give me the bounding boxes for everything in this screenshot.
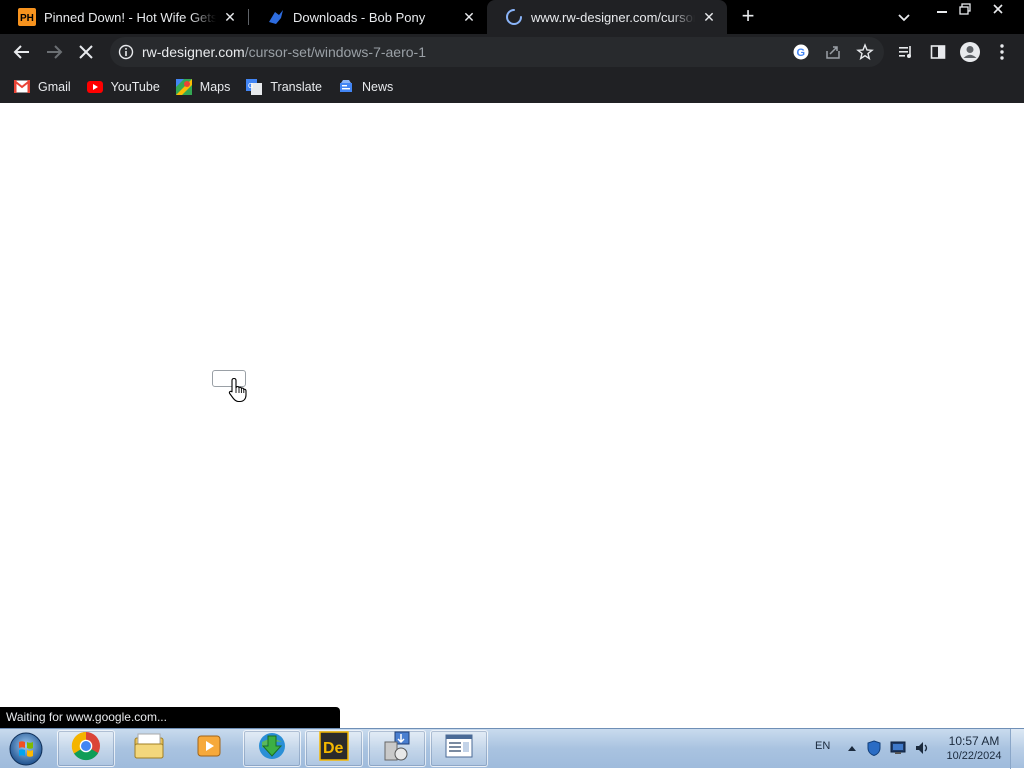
language-indicator[interactable]: EN	[815, 740, 830, 752]
ph-logo-icon: PH	[18, 8, 36, 26]
start-orb-icon[interactable]	[4, 730, 48, 768]
windows-taskbar: De EN 10:57 AM 10/22/2024	[0, 728, 1024, 769]
back-arrow-icon[interactable]	[10, 40, 34, 64]
bookmark-news[interactable]: News	[338, 79, 393, 95]
tab-title: Pinned Down! - Hot Wife Gets Pounded	[44, 9, 216, 25]
bookmark-gmail[interactable]: Gmail	[14, 79, 71, 95]
page-content	[0, 103, 1024, 728]
download-manager-icon	[256, 730, 288, 767]
setup-program-icon	[381, 730, 413, 767]
bookmark-youtube[interactable]: YouTube	[86, 79, 160, 95]
dreamweaver-icon: De	[319, 731, 349, 766]
status-bubble: Waiting for www.google.com...	[0, 707, 340, 728]
gmail-icon	[14, 79, 30, 95]
bookmark-star-icon[interactable]	[856, 43, 874, 61]
google-lens-icon[interactable]: G	[792, 43, 810, 61]
bookmark-label: Maps	[199, 79, 231, 94]
system-clock[interactable]: 10:57 AM 10/22/2024	[940, 734, 1008, 764]
taskbar-dreamweaver[interactable]: De	[305, 730, 363, 767]
bookmark-label: YouTube	[110, 79, 160, 94]
svg-text:De: De	[323, 740, 344, 757]
tab-strip: PH Pinned Down! - Hot Wife Gets Pounded …	[0, 0, 1024, 34]
clock-time: 10:57 AM	[948, 734, 1000, 748]
translate-icon: G	[246, 78, 263, 95]
svg-text:G: G	[248, 83, 253, 90]
taskbar-media-player[interactable]	[180, 730, 238, 767]
taskbar-download-manager[interactable]	[243, 730, 301, 767]
browser-toolbar: rw-designer.com/cursor-set/windows-7-aer…	[0, 34, 1024, 70]
close-tab-icon[interactable]: ✕	[222, 9, 238, 25]
new-tab-button[interactable]: +	[736, 5, 760, 29]
hand-pointer-cursor-icon	[228, 377, 247, 403]
share-icon[interactable]	[824, 43, 842, 61]
loading-spinner-icon	[505, 8, 523, 26]
url-host: rw-designer.com	[142, 44, 245, 60]
tab-downloads[interactable]: Downloads - Bob Pony ✕	[249, 0, 487, 34]
clock-date: 10/22/2024	[946, 750, 1002, 762]
stop-loading-icon[interactable]	[74, 40, 98, 64]
forward-arrow-icon[interactable]	[42, 40, 66, 64]
tab-title: Downloads - Bob Pony	[293, 9, 426, 25]
bookmark-label: News	[362, 79, 394, 94]
file-explorer-icon	[133, 732, 165, 765]
kebab-menu-icon[interactable]	[990, 40, 1014, 64]
tab-pinned-down[interactable]: PH Pinned Down! - Hot Wife Gets Pounded …	[0, 0, 248, 34]
media-player-icon	[194, 732, 224, 765]
bookmark-label: Translate	[270, 79, 323, 94]
svg-text:G: G	[797, 47, 806, 59]
window-app-icon	[444, 733, 474, 764]
svg-text:PH: PH	[20, 13, 34, 24]
taskbar-explorer[interactable]	[120, 730, 178, 767]
close-tab-icon[interactable]: ✕	[461, 9, 477, 25]
chrome-icon	[71, 731, 101, 766]
taskbar-window-app[interactable]	[430, 730, 488, 767]
url-text[interactable]: rw-designer.com/cursor-set/windows-7-aer…	[142, 44, 426, 60]
security-shield-icon[interactable]	[866, 740, 882, 756]
profile-avatar-icon[interactable]	[958, 40, 982, 64]
maps-icon	[175, 78, 192, 95]
bookmark-maps[interactable]: Maps	[175, 78, 231, 95]
chevron-down-icon[interactable]	[894, 8, 914, 28]
youtube-icon	[86, 79, 103, 95]
bookmarks-bar: Gmail YouTube Maps G Translate News	[0, 70, 1024, 103]
news-icon	[338, 79, 354, 95]
bob-pony-icon	[267, 8, 285, 26]
network-monitor-icon[interactable]	[890, 740, 906, 756]
url-path: /cursor-set/windows-7-aero-1	[244, 44, 426, 60]
bookmark-label: Gmail	[38, 79, 71, 94]
taskbar-setup-program[interactable]	[368, 730, 426, 767]
show-hidden-icons-icon[interactable]	[844, 740, 860, 756]
close-tab-icon[interactable]: ✕	[701, 9, 717, 25]
volume-speaker-icon[interactable]	[914, 740, 930, 756]
restore-icon[interactable]	[951, 0, 979, 18]
tab-title: www.rw-designer.com/cursor-set/windows-7…	[531, 9, 695, 25]
close-window-icon[interactable]	[984, 0, 1012, 18]
bookmark-translate[interactable]: G Translate	[246, 78, 323, 95]
site-info-icon[interactable]	[118, 44, 134, 60]
media-controls-icon[interactable]	[894, 40, 918, 64]
show-desktop-button[interactable]	[1010, 729, 1024, 769]
taskbar-chrome[interactable]	[57, 730, 115, 767]
address-bar[interactable]: rw-designer.com/cursor-set/windows-7-aer…	[110, 37, 884, 67]
side-panel-icon[interactable]	[926, 40, 950, 64]
tab-rw-designer[interactable]: www.rw-designer.com/cursor-set/windows-7…	[487, 0, 727, 34]
